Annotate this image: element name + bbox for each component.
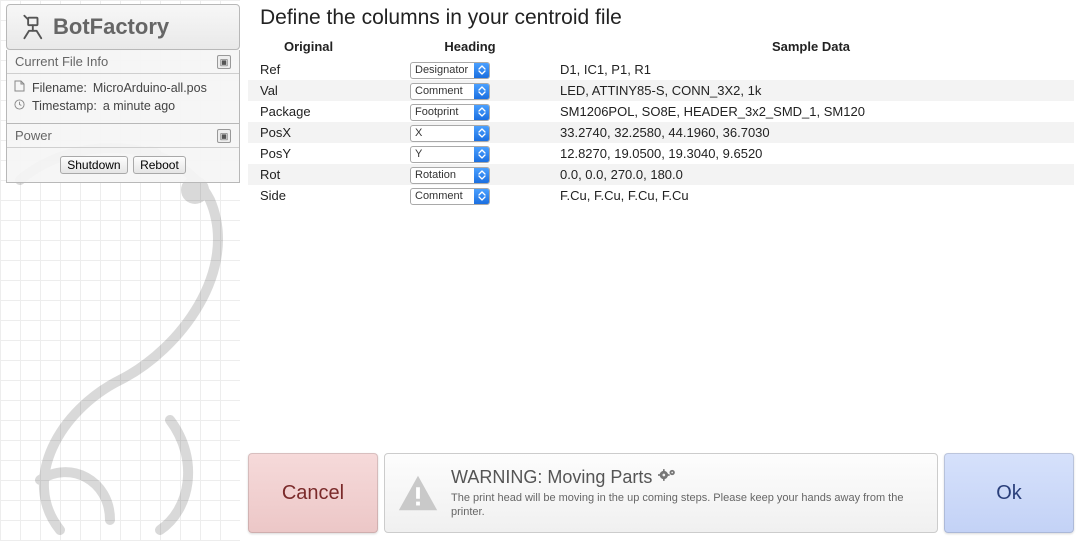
- chevron-updown-icon: [474, 84, 489, 99]
- header-sample: Sample Data: [560, 39, 1062, 54]
- column-mapping-row: PosXX 33.2740, 32.2580, 44.1960, 36.7030: [248, 122, 1074, 143]
- column-mapping-row: ValComment LED, ATTINY85-S, CONN_3X2, 1k: [248, 80, 1074, 101]
- sample-data-cell: F.Cu, F.Cu, F.Cu, F.Cu: [560, 188, 1062, 203]
- sample-data-cell: 0.0, 0.0, 270.0, 180.0: [560, 167, 1062, 182]
- sample-data-cell: 12.8270, 19.0500, 19.3040, 9.6520: [560, 146, 1062, 161]
- cancel-button[interactable]: Cancel: [248, 453, 378, 533]
- sample-data-cell: SM1206POL, SO8E, HEADER_3x2_SMD_1, SM120: [560, 104, 1062, 119]
- page-title: Define the columns in your centroid file: [248, 4, 1074, 36]
- ok-button[interactable]: Ok: [944, 453, 1074, 533]
- original-column-name: Ref: [260, 62, 410, 77]
- header-heading: Heading: [410, 39, 560, 54]
- heading-select-value: Y: [411, 147, 474, 162]
- heading-select[interactable]: Footprint: [410, 104, 490, 121]
- collapse-toggle[interactable]: ▣: [217, 129, 231, 143]
- sidebar-decorative-art: [0, 120, 240, 540]
- original-column-name: Val: [260, 83, 410, 98]
- filename-value: MicroArduino-all.pos: [93, 81, 207, 95]
- heading-select[interactable]: Rotation: [410, 167, 490, 184]
- chevron-updown-icon: [474, 105, 489, 120]
- warning-title: WARNING: Moving Parts: [451, 467, 652, 488]
- original-column-name: PosY: [260, 146, 410, 161]
- file-info-title: Current File Info: [15, 54, 108, 69]
- heading-select[interactable]: X: [410, 125, 490, 142]
- warning-banner: WARNING: Moving Parts The print head wil…: [384, 453, 938, 533]
- power-title: Power: [15, 128, 52, 143]
- column-mapping-row: SideComment F.Cu, F.Cu, F.Cu, F.Cu: [248, 185, 1074, 206]
- filename-label: Filename:: [32, 81, 87, 95]
- heading-select-value: Designator: [411, 63, 474, 78]
- heading-select[interactable]: Designator: [410, 62, 490, 79]
- power-panel: Power ▣ Shutdown Reboot: [6, 124, 240, 183]
- heading-select-value: X: [411, 126, 474, 141]
- brand-title: BotFactory: [53, 14, 169, 40]
- column-header-row: Original Heading Sample Data: [248, 36, 1074, 57]
- chevron-updown-icon: [474, 147, 489, 162]
- heading-select-value: Footprint: [411, 105, 474, 120]
- heading-select-value: Comment: [411, 189, 474, 204]
- original-column-name: Rot: [260, 167, 410, 182]
- original-column-name: PosX: [260, 125, 410, 140]
- file-icon: [13, 80, 26, 95]
- heading-select[interactable]: Y: [410, 146, 490, 163]
- heading-select[interactable]: Comment: [410, 188, 490, 205]
- sample-data-cell: LED, ATTINY85-S, CONN_3X2, 1k: [560, 83, 1062, 98]
- column-mapping-row: PosYY 12.8270, 19.0500, 19.3040, 9.6520: [248, 143, 1074, 164]
- heading-select-value: Comment: [411, 84, 474, 99]
- timestamp-value: a minute ago: [103, 99, 175, 113]
- chevron-updown-icon: [474, 126, 489, 141]
- robot-icon: [15, 12, 45, 42]
- original-column-name: Side: [260, 188, 410, 203]
- timestamp-label: Timestamp:: [32, 99, 97, 113]
- column-mapping-row: RefDesignator D1, IC1, P1, R1: [248, 59, 1074, 80]
- warning-icon: [395, 470, 441, 516]
- original-column-name: Package: [260, 104, 410, 119]
- sample-data-cell: D1, IC1, P1, R1: [560, 62, 1062, 77]
- chevron-updown-icon: [474, 63, 489, 78]
- shutdown-button[interactable]: Shutdown: [60, 156, 127, 174]
- header-original: Original: [260, 39, 410, 54]
- reboot-button[interactable]: Reboot: [133, 156, 186, 174]
- file-info-panel: Current File Info ▣ Filename: MicroArdui…: [6, 50, 240, 124]
- collapse-toggle[interactable]: ▣: [217, 55, 231, 69]
- warning-body: The print head will be moving in the up …: [451, 488, 927, 520]
- gears-icon: [658, 467, 678, 488]
- column-mapping-row: PackageFootprint SM1206POL, SO8E, HEADER_…: [248, 101, 1074, 122]
- heading-select-value: Rotation: [411, 168, 474, 183]
- heading-select[interactable]: Comment: [410, 83, 490, 100]
- chevron-updown-icon: [474, 168, 489, 183]
- clock-icon: [13, 99, 26, 113]
- sample-data-cell: 33.2740, 32.2580, 44.1960, 36.7030: [560, 125, 1062, 140]
- column-mapping-row: RotRotation 0.0, 0.0, 270.0, 180.0: [248, 164, 1074, 185]
- chevron-updown-icon: [474, 189, 489, 204]
- brand-header: BotFactory: [6, 4, 240, 50]
